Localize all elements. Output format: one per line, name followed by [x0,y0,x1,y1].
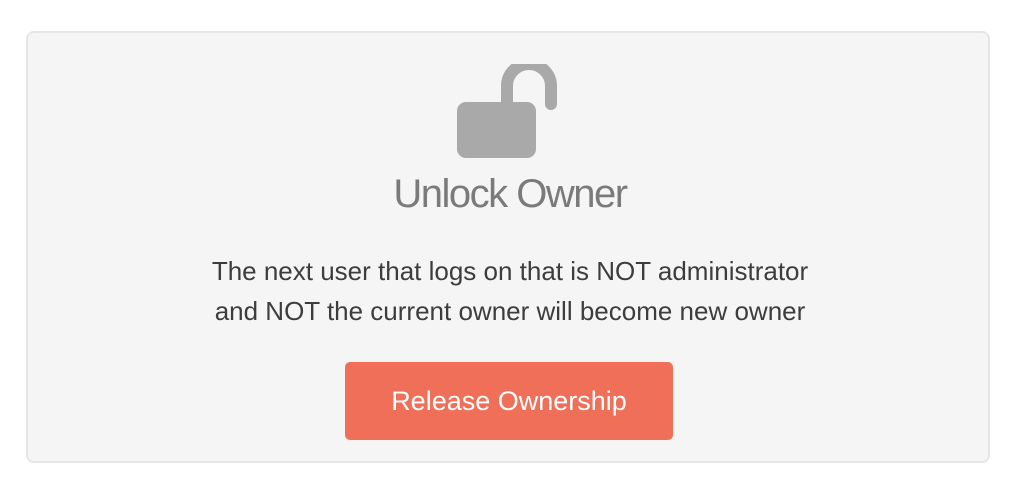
page-title: Unlock Owner [393,172,628,216]
description-line-2: and NOT the current owner will become ne… [214,296,806,326]
description-line-1: The next user that logs on that is NOT a… [211,256,809,286]
description-text: The next user that logs on that is NOT a… [0,251,1020,331]
release-ownership-button[interactable]: Release Ownership [345,362,673,440]
unlocked-padlock-icon [457,64,557,158]
